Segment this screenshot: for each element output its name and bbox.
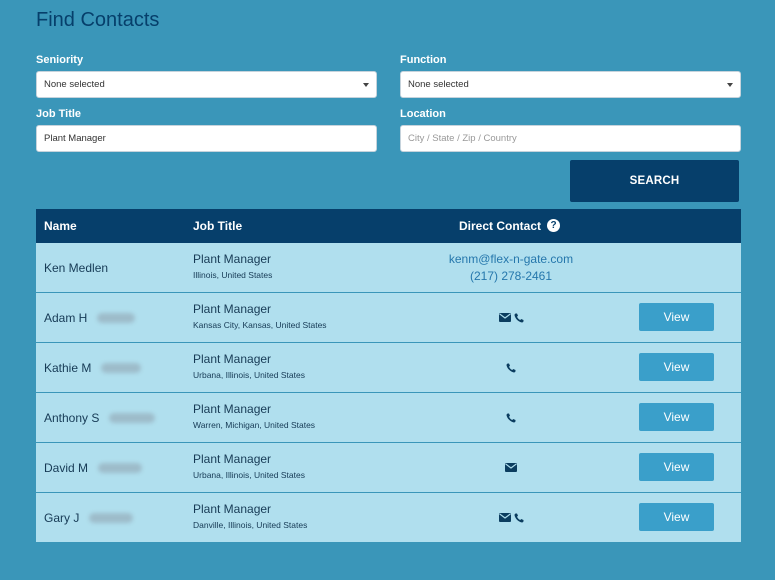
job-location: Danville, Illinois, United States <box>193 520 308 530</box>
job-title: Plant Manager <box>193 402 272 416</box>
direct-contact-icons <box>386 393 636 442</box>
view-button[interactable]: View <box>639 353 714 381</box>
job-title-label: Job Title <box>36 108 82 120</box>
job-title: Plant Manager <box>193 352 272 366</box>
job-title: Plant Manager <box>193 452 272 466</box>
table-header: Name Job Title Direct Contact? <box>36 209 741 243</box>
question-icon[interactable]: ? <box>547 219 561 233</box>
function-select[interactable]: None selected <box>400 71 741 98</box>
job-location: Kansas City, Kansas, United States <box>193 320 327 330</box>
table-row: David M Plant Manager Urbana, Illinois, … <box>36 443 741 493</box>
function-value: None selected <box>408 79 469 90</box>
job-location: Urbana, Illinois, United States <box>193 370 305 380</box>
table-row: Ken Medlen Plant Manager Illinois, Unite… <box>36 243 741 293</box>
contact-name-text: Ken Medlen <box>44 260 109 275</box>
header-name: Name <box>44 219 77 233</box>
contact-name-text: Kathie M <box>44 360 92 375</box>
job-title: Plant Manager <box>193 252 272 266</box>
contact-name-text: David M <box>44 460 89 475</box>
direct-contact-icons <box>386 343 636 392</box>
blurred-surname <box>109 412 156 423</box>
function-label: Function <box>400 54 447 66</box>
direct-contact-details: kenm@flex-n-gate.com (217) 278-2461 <box>386 251 636 285</box>
job-cell: Plant Manager Illinois, United States <box>193 252 272 280</box>
search-button[interactable]: SEARCH <box>570 160 739 202</box>
job-location: Urbana, Illinois, United States <box>193 470 305 480</box>
job-location: Warren, Michigan, United States <box>193 420 316 430</box>
header-job-title: Job Title <box>193 219 243 233</box>
seniority-label: Seniority <box>36 54 84 66</box>
location-placeholder: City / State / Zip / Country <box>408 133 517 144</box>
table-row: Anthony S Plant Manager Warren, Michigan… <box>36 393 741 443</box>
phone-icon <box>506 413 516 423</box>
contact-name: Gary J <box>44 493 134 542</box>
header-direct-contact: Direct Contact? <box>459 209 561 243</box>
table-row: Gary J Plant Manager Danville, Illinois,… <box>36 493 741 542</box>
view-button[interactable]: View <box>639 403 714 431</box>
table-row: Kathie M Plant Manager Urbana, Illinois,… <box>36 343 741 393</box>
page-title: Find Contacts <box>36 9 160 31</box>
blurred-surname <box>98 462 143 473</box>
caret-down-icon <box>727 83 733 87</box>
seniority-select[interactable]: None selected <box>36 71 377 98</box>
direct-contact-icons <box>386 443 636 492</box>
contact-name-text: Adam H <box>44 310 88 325</box>
job-title-input[interactable]: Plant Manager <box>36 125 377 152</box>
phone-icon <box>514 513 524 523</box>
blurred-surname <box>101 362 142 373</box>
job-cell: Plant Manager Urbana, Illinois, United S… <box>193 452 305 480</box>
contact-email-link[interactable]: kenm@flex-n-gate.com <box>386 251 636 268</box>
location-input[interactable]: City / State / Zip / Country <box>400 125 741 152</box>
phone-icon <box>506 363 516 373</box>
table-row: Adam H Plant Manager Kansas City, Kansas… <box>36 293 741 343</box>
seniority-value: None selected <box>44 79 105 90</box>
contact-name: Ken Medlen <box>44 243 108 292</box>
contact-name-text: Gary J <box>44 510 80 525</box>
results-table: Name Job Title Direct Contact? Ken Medle… <box>36 209 741 542</box>
job-cell: Plant Manager Warren, Michigan, United S… <box>193 402 315 430</box>
view-button[interactable]: View <box>639 303 714 331</box>
blurred-surname <box>89 512 134 523</box>
job-title-value: Plant Manager <box>44 133 106 144</box>
header-direct-contact-label: Direct Contact <box>459 219 542 233</box>
direct-contact-icons <box>386 493 636 542</box>
contact-name: David M <box>44 443 143 492</box>
contact-name: Kathie M <box>44 343 142 392</box>
job-cell: Plant Manager Urbana, Illinois, United S… <box>193 352 305 380</box>
job-title: Plant Manager <box>193 302 272 316</box>
envelope-icon <box>498 513 511 522</box>
envelope-icon <box>505 463 517 472</box>
contact-phone-link[interactable]: (217) 278-2461 <box>386 268 636 285</box>
caret-down-icon <box>363 83 369 87</box>
job-cell: Plant Manager Kansas City, Kansas, Unite… <box>193 302 327 330</box>
job-title: Plant Manager <box>193 502 272 516</box>
contact-name-text: Anthony S <box>44 410 100 425</box>
blurred-surname <box>97 312 136 323</box>
job-cell: Plant Manager Danville, Illinois, United… <box>193 502 307 530</box>
direct-contact-icons <box>386 293 636 342</box>
view-button[interactable]: View <box>639 503 714 531</box>
contact-name: Anthony S <box>44 393 156 442</box>
contact-name: Adam H <box>44 293 136 342</box>
phone-icon <box>514 313 524 323</box>
view-button[interactable]: View <box>639 453 714 481</box>
job-location: Illinois, United States <box>193 270 273 280</box>
location-label: Location <box>400 108 446 120</box>
envelope-icon <box>498 313 511 322</box>
